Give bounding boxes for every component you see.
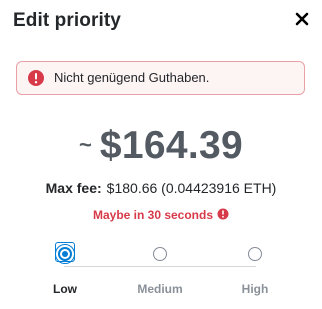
estimated-fee: ~ $164.39 (0, 124, 322, 168)
dialog-header: Edit priority (13, 7, 310, 35)
priority-label-high[interactable]: High (235, 282, 275, 296)
info-icon[interactable] (217, 208, 229, 220)
approx-symbol: ~ (79, 132, 92, 157)
priority-radio-medium[interactable] (153, 247, 167, 261)
max-fee-value: $180.66 (0.04423916 ETH) (106, 180, 277, 196)
timing-text: Maybe in 30 seconds (92, 208, 214, 222)
close-icon[interactable] (294, 11, 310, 27)
error-icon (27, 69, 45, 87)
priority-track (64, 266, 256, 267)
priority-label-medium[interactable]: Medium (130, 282, 190, 296)
alert-message: Nicht genügend Guthaben. (54, 70, 210, 85)
edit-priority-dialog: Edit priority Nicht genügend Guthaben. ~… (0, 0, 322, 309)
max-fee-label: Max fee: (45, 180, 102, 196)
priority-radio-high[interactable] (248, 247, 262, 261)
priority-label-low[interactable]: Low (45, 282, 85, 296)
max-fee-row: Max fee: $180.66 (0.04423916 ETH) (0, 180, 322, 196)
insufficient-funds-alert: Nicht genügend Guthaben. (16, 61, 305, 95)
estimated-fee-amount: $164.39 (99, 124, 243, 167)
timing-estimate: Maybe in 30 seconds (0, 208, 322, 222)
priority-radio-low[interactable] (55, 244, 75, 264)
dialog-title: Edit priority (13, 10, 121, 31)
